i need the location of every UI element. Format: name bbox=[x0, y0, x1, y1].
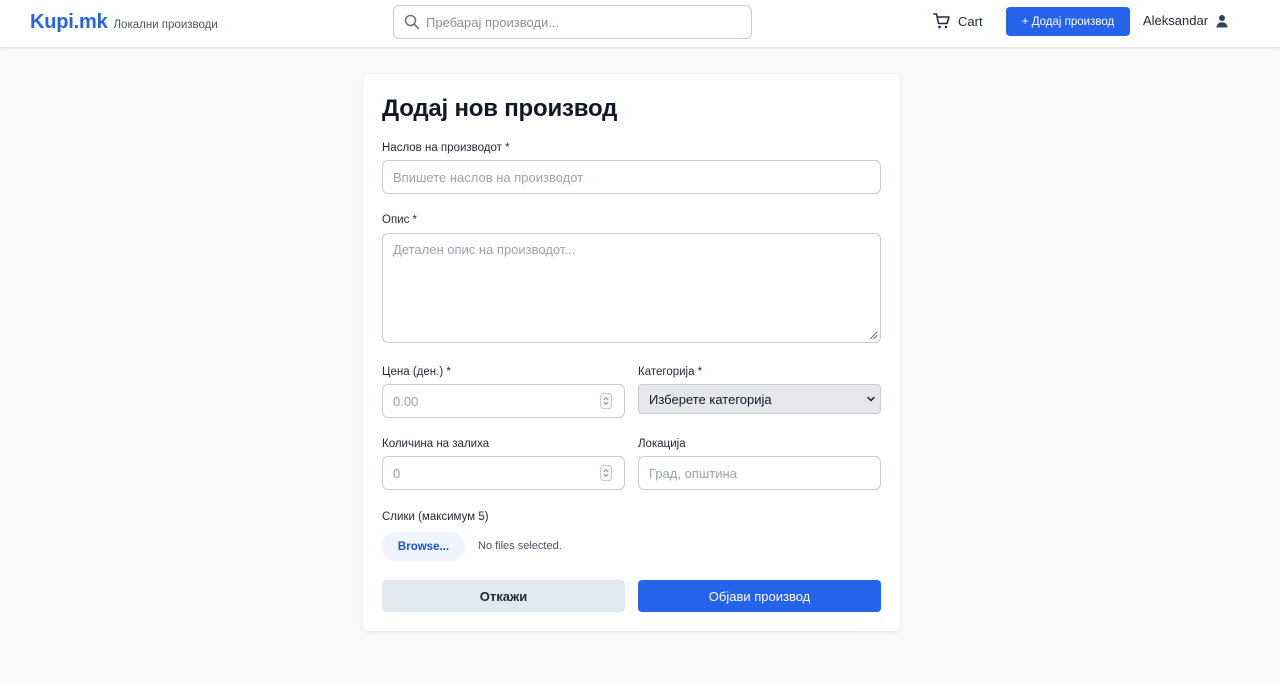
user-name: Aleksandar bbox=[1143, 13, 1209, 28]
search-box[interactable] bbox=[393, 5, 752, 39]
brand-tagline: Локални производи bbox=[113, 19, 218, 31]
chevron-down-icon bbox=[867, 396, 875, 402]
price-stepper-icon[interactable] bbox=[600, 393, 612, 409]
location-label: Локација bbox=[638, 438, 686, 450]
publish-product-button[interactable]: Објави производ bbox=[638, 580, 881, 612]
category-label: Категорија * bbox=[638, 366, 703, 378]
brand-logo[interactable]: Kupi.mk bbox=[30, 11, 108, 34]
cart-label: Cart bbox=[958, 13, 983, 29]
add-product-button[interactable]: + Додај производ bbox=[1006, 7, 1130, 36]
page-title: Додај нов производ bbox=[382, 95, 618, 122]
user-icon bbox=[1216, 14, 1228, 27]
images-label: Слики (максимум 5) bbox=[382, 511, 489, 523]
location-input[interactable] bbox=[638, 456, 881, 490]
cancel-button[interactable]: Откажи bbox=[382, 580, 625, 612]
category-select[interactable]: Изберете категорија bbox=[638, 384, 881, 414]
description-label: Опис * bbox=[382, 214, 418, 226]
user-menu[interactable]: Aleksandar bbox=[1143, 13, 1229, 28]
cart-icon bbox=[933, 13, 950, 29]
search-input[interactable] bbox=[426, 6, 746, 38]
top-navigation-bar: Kupi.mk Локални производи Cart + Додај п… bbox=[0, 0, 1280, 47]
add-product-form: Додај нов производ Наслов на производот … bbox=[363, 74, 900, 631]
browse-files-button[interactable]: Browse... bbox=[382, 532, 465, 561]
price-input[interactable] bbox=[382, 384, 625, 418]
price-label: Цена (ден.) * bbox=[382, 366, 451, 378]
file-status-text: No files selected. bbox=[478, 540, 562, 552]
brand[interactable]: Kupi.mk Локални производи bbox=[30, 11, 218, 34]
product-title-input[interactable] bbox=[382, 160, 881, 194]
stock-label: Количина на залиха bbox=[382, 438, 490, 450]
description-textarea[interactable] bbox=[382, 233, 881, 343]
category-selected-value: Изберете категорија bbox=[649, 391, 772, 407]
stock-input[interactable] bbox=[382, 456, 625, 490]
search-icon bbox=[404, 14, 420, 30]
cart-link[interactable]: Cart bbox=[933, 12, 983, 30]
product-title-label: Наслов на производот * bbox=[382, 142, 510, 154]
resize-handle-icon[interactable] bbox=[869, 331, 878, 340]
stock-stepper-icon[interactable] bbox=[600, 465, 612, 481]
